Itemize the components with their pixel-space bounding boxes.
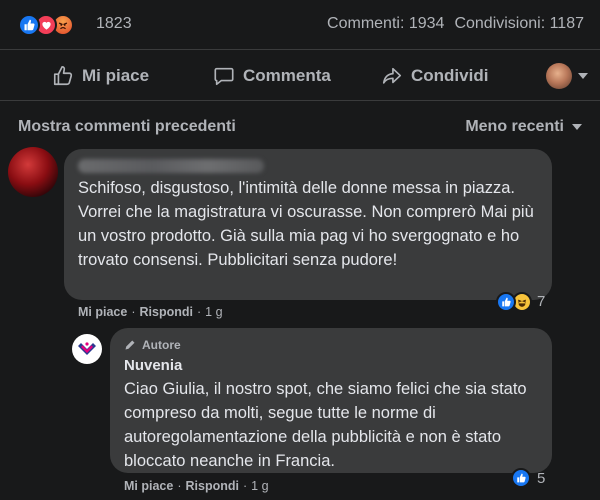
reply-reactions[interactable] [511, 468, 531, 488]
comment-reactions[interactable] [496, 292, 532, 312]
like-reaction-icon [18, 14, 40, 36]
reply-bubble: Autore Nuvenia Ciao Giulia, il nostro sp… [110, 328, 552, 473]
chevron-down-icon[interactable] [578, 73, 588, 79]
reply-reaction-count[interactable]: 5 [537, 470, 545, 487]
separator-dot: · [131, 305, 136, 319]
shares-count[interactable]: Condivisioni: 1187 [454, 15, 584, 33]
reply-text: Ciao Giulia, il nostro spot, che siamo f… [124, 380, 527, 470]
comment-button[interactable]: Commenta [213, 51, 331, 101]
reply-like-link[interactable]: Mi piace [124, 479, 173, 493]
comment-reply-link[interactable]: Rispondi [140, 305, 193, 319]
like-button-label: Mi piace [82, 66, 150, 85]
reaction-icons[interactable] [18, 14, 74, 36]
reply-reply-link[interactable]: Rispondi [186, 479, 239, 493]
nuvenia-logo-icon [78, 342, 96, 355]
share-button[interactable]: Condividi [381, 51, 488, 101]
commenter-avatar[interactable] [8, 147, 58, 197]
separator-dot: · [196, 305, 202, 319]
like-reaction-icon [496, 292, 516, 312]
sort-label: Meno recenti [465, 118, 564, 135]
author-badge: Autore [124, 338, 181, 352]
like-reaction-icon [511, 468, 531, 488]
pencil-icon [125, 340, 135, 350]
comment-like-link[interactable]: Mi piace [78, 305, 127, 319]
comment-timestamp[interactable]: 1 g [205, 305, 222, 319]
author-badge-label: Autore [142, 338, 181, 352]
comment-text: Schifoso, disgustoso, l'intimità delle d… [78, 179, 534, 269]
show-previous-comments-link[interactable]: Mostra commenti precedenti [18, 118, 236, 136]
thumbs-up-icon [53, 66, 73, 86]
post-action-bar: Mi piace Commenta Condividi [0, 51, 600, 101]
blurred-commenter-name[interactable] [78, 159, 264, 173]
reply-author-name[interactable]: Nuvenia [124, 357, 182, 374]
avatar[interactable] [546, 63, 572, 89]
reaction-count[interactable]: 1823 [96, 15, 132, 33]
post-counters: Commenti: 1934 Condivisioni: 1187 [327, 15, 584, 33]
share-arrow-icon [382, 67, 402, 84]
reply-actions: Mi piace · Rispondi · 1 g [124, 479, 269, 493]
comment-sort-dropdown[interactable]: Meno recenti [465, 118, 582, 136]
share-button-label: Condividi [411, 66, 489, 85]
separator-dot: · [242, 479, 248, 493]
comments-count[interactable]: Commenti: 1934 [327, 15, 444, 33]
chevron-down-icon [572, 124, 582, 130]
comment-bubble-icon [214, 67, 234, 86]
separator-dot: · [177, 479, 182, 493]
post-stats-bar: 1823 Commenti: 1934 Condivisioni: 1187 [0, 0, 600, 50]
comment-actions: Mi piace · Rispondi · 1 g [78, 305, 223, 319]
page-avatar[interactable] [72, 334, 102, 364]
like-button[interactable]: Mi piace [52, 51, 149, 101]
comment-button-label: Commenta [243, 66, 331, 85]
comment-bubble: Schifoso, disgustoso, l'intimità delle d… [64, 149, 552, 300]
comment-reaction-count[interactable]: 7 [537, 293, 545, 310]
reply-timestamp[interactable]: 1 g [251, 479, 268, 493]
